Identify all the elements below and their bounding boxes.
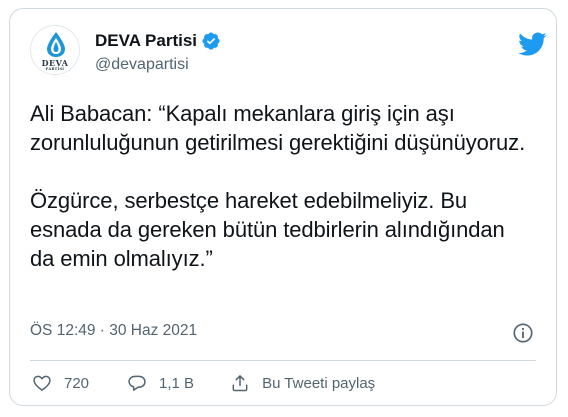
logo-wordmark: DEVA [41,58,69,68]
like-button[interactable]: 720 [32,373,89,393]
share-button[interactable]: Bu Tweeti paylaş [230,373,375,393]
tweet-card[interactable]: DEVA PARTİSİ DEVA Partisi @devapartisi A… [9,8,557,406]
reply-count: 1,1 B [159,374,195,392]
tweet-text: Ali Babacan: “Kapalı mekanlara giriş içi… [30,101,526,271]
divider [30,360,536,361]
logo-subtitle: PARTİSİ [45,67,65,71]
heart-icon [33,375,51,391]
display-name[interactable]: DEVA Partisi [95,31,197,51]
avatar[interactable]: DEVA PARTİSİ [30,25,80,75]
tweet-actions: 720 1,1 B Bu Tweeti paylaş [32,373,375,393]
tweet-timestamp[interactable]: ÖS 12:49 · 30 Haz 2021 [30,322,197,340]
like-count: 720 [64,374,90,392]
verified-badge-icon [202,32,220,50]
author-name-row[interactable]: DEVA Partisi [95,30,221,52]
twitter-bird-icon[interactable] [517,29,547,59]
account-handle[interactable]: @devapartisi [95,56,189,74]
share-upload-icon [232,375,248,392]
reply-bubble-icon [128,375,146,391]
reply-button[interactable]: 1,1 B [127,373,194,393]
share-label: Bu Tweeti paylaş [262,374,376,392]
info-icon[interactable] [512,322,534,344]
